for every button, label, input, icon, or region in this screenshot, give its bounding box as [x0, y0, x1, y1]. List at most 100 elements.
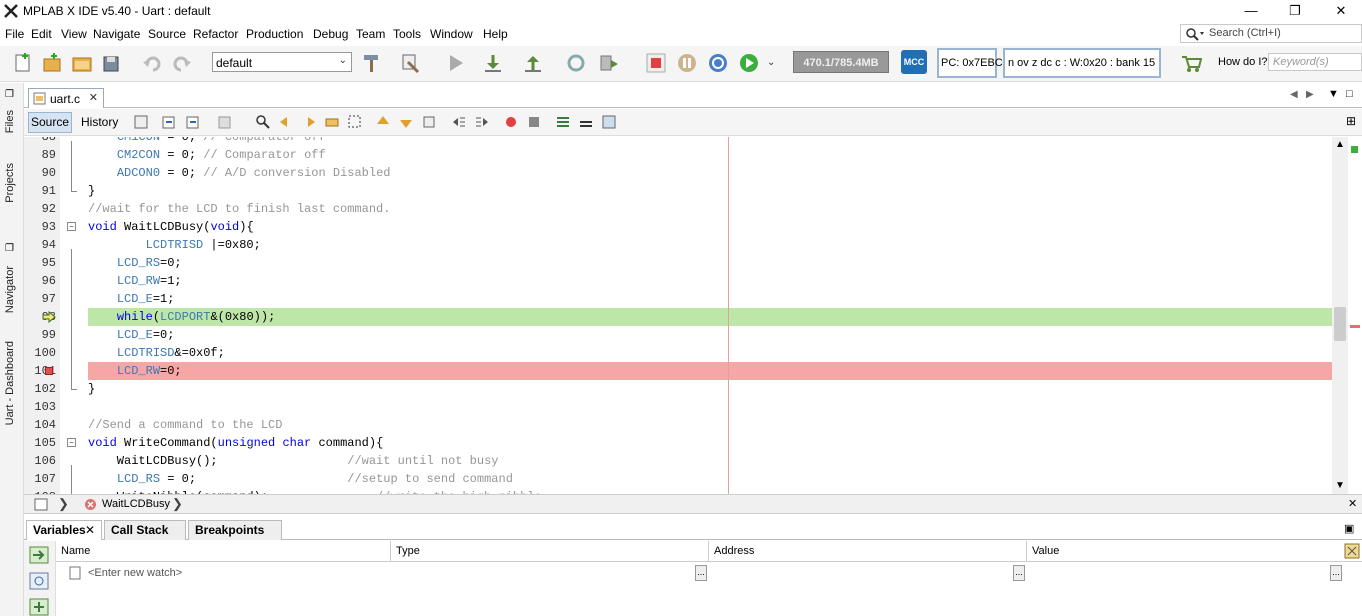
code-line[interactable]: }: [88, 182, 1332, 200]
split-editor-icon[interactable]: ⊞: [1346, 114, 1356, 128]
new-file-icon[interactable]: [12, 52, 34, 74]
run-icon[interactable]: [445, 52, 467, 74]
line-number[interactable]: 104: [24, 416, 56, 434]
column-address[interactable]: Address: [714, 545, 754, 557]
scroll-tabs-right-icon[interactable]: ▶: [1306, 89, 1314, 100]
code-line[interactable]: LCD_RW=1;: [88, 272, 1332, 290]
tab-variables[interactable]: Variables ✕: [26, 520, 102, 540]
new-watch-icon[interactable]: [29, 546, 49, 564]
code-area[interactable]: CM1CON = 0; // Comparator off CM2CON = 0…: [88, 137, 1332, 494]
code-line[interactable]: //Send a command to the LCD: [88, 416, 1332, 434]
close-navbar-icon[interactable]: ✕: [1348, 497, 1357, 510]
continue-icon[interactable]: [738, 52, 760, 74]
tab-files[interactable]: Files: [4, 110, 16, 133]
mcc-button[interactable]: MCC: [901, 50, 927, 74]
column-divider[interactable]: [708, 541, 709, 562]
toggle-view-icon[interactable]: [217, 114, 233, 130]
tab-breakpoints[interactable]: Breakpoints: [188, 520, 282, 540]
code-line[interactable]: void WriteCommand(unsigned char command)…: [88, 434, 1332, 452]
menu-source[interactable]: Source: [148, 27, 186, 41]
code-line[interactable]: //wait for the LCD to finish last comman…: [88, 200, 1332, 218]
search-input[interactable]: Search (Ctrl+I): [1180, 24, 1362, 43]
line-number[interactable]: 90: [24, 164, 56, 182]
fold-toggle-icon[interactable]: −: [67, 222, 76, 231]
redo-icon[interactable]: [171, 52, 193, 74]
restore-window-icon[interactable]: ❐: [5, 243, 14, 254]
menu-help[interactable]: Help: [483, 27, 508, 41]
new-watch-row[interactable]: <Enter new watch> ... ... ...: [56, 563, 1362, 583]
column-divider[interactable]: [390, 541, 391, 562]
tab-uart-dashboard[interactable]: Uart - Dashboard: [4, 341, 16, 425]
sync-icon[interactable]: [601, 114, 617, 130]
line-number[interactable]: 103: [24, 398, 56, 416]
make-program-icon[interactable]: [598, 52, 620, 74]
fold-toggle-icon[interactable]: −: [67, 438, 76, 447]
clean-build-icon[interactable]: [400, 52, 422, 74]
new-project-icon[interactable]: [41, 52, 63, 74]
forward-icon[interactable]: [185, 114, 201, 130]
line-number[interactable]: 105: [24, 434, 56, 452]
show-open-documents-icon[interactable]: ▼: [1328, 88, 1339, 100]
line-number[interactable]: 91: [24, 182, 56, 200]
menu-team[interactable]: Team: [356, 27, 385, 41]
menu-debug[interactable]: Debug: [313, 27, 348, 41]
undo-icon[interactable]: [141, 52, 163, 74]
finish-debug-icon[interactable]: [645, 52, 667, 74]
column-type[interactable]: Type: [396, 545, 420, 557]
code-line[interactable]: CM2CON = 0; // Comparator off: [88, 146, 1332, 164]
file-structure-icon[interactable]: [34, 498, 48, 511]
toggle-rectangular-selection-icon[interactable]: [347, 114, 363, 130]
menu-production[interactable]: Production: [246, 27, 303, 41]
fold-gutter[interactable]: − −: [60, 137, 84, 494]
address-ellipsis-button[interactable]: ...: [1013, 565, 1025, 581]
line-number[interactable]: 94: [24, 236, 56, 254]
scroll-tabs-left-icon[interactable]: ◀: [1290, 89, 1298, 100]
line-number[interactable]: 107: [24, 470, 56, 488]
breakpoint-marker[interactable]: [1350, 325, 1360, 328]
scrollbar-thumb[interactable]: [1334, 307, 1346, 341]
pause-icon[interactable]: [676, 52, 698, 74]
memory-indicator[interactable]: 470.1/785.4MB: [793, 51, 889, 73]
line-number[interactable]: 97: [24, 290, 56, 308]
line-number[interactable]: 102: [24, 380, 56, 398]
code-editor[interactable]: 8889909192939495969798991001011021031041…: [24, 137, 1362, 494]
tab-uart-c[interactable]: uart.c ✕: [28, 88, 104, 108]
line-number-gutter[interactable]: 8889909192939495969798991001011021031041…: [24, 137, 60, 494]
name-ellipsis-button[interactable]: ...: [695, 565, 707, 581]
menu-refactor[interactable]: Refactor: [193, 27, 238, 41]
shift-right-icon[interactable]: [474, 114, 490, 130]
code-line[interactable]: LCDTRISD&=0x0f;: [88, 344, 1332, 362]
maximize-window-icon[interactable]: □: [1346, 88, 1353, 100]
back-icon[interactable]: [161, 114, 177, 130]
uncomment-icon[interactable]: [578, 114, 594, 130]
close-button[interactable]: ✕: [1318, 0, 1362, 22]
program-device-icon[interactable]: [522, 52, 544, 74]
stop-macro-recording-icon[interactable]: [526, 114, 542, 130]
error-stripe[interactable]: [1348, 137, 1362, 494]
menu-window[interactable]: Window: [430, 27, 473, 41]
new-watch-placeholder[interactable]: <Enter new watch>: [88, 567, 182, 579]
code-line[interactable]: CM1CON = 0; // Comparator off: [88, 137, 1332, 146]
menu-tools[interactable]: Tools: [393, 27, 421, 41]
code-line[interactable]: WaitLCDBusy(); //wait until not busy: [88, 452, 1332, 470]
tab-call-stack[interactable]: Call Stack: [104, 520, 186, 540]
line-number[interactable]: 95: [24, 254, 56, 272]
line-number[interactable]: 93: [24, 218, 56, 236]
new-runtime-watch-icon[interactable]: [29, 572, 49, 590]
vertical-scrollbar[interactable]: ▲ ▼: [1332, 137, 1348, 494]
keyword-input[interactable]: Keyword(s): [1268, 53, 1362, 71]
line-number[interactable]: 89: [24, 146, 56, 164]
column-name[interactable]: Name: [61, 545, 90, 557]
menu-view[interactable]: View: [61, 27, 87, 41]
cart-icon[interactable]: [1180, 52, 1202, 74]
maximize-button[interactable]: ❐: [1272, 0, 1318, 22]
toggle-bookmark-icon[interactable]: [421, 114, 437, 130]
reset-icon[interactable]: [707, 52, 729, 74]
history-tab[interactable]: History: [81, 112, 118, 133]
configuration-select[interactable]: default ⌄: [212, 52, 352, 72]
line-number[interactable]: 92: [24, 200, 56, 218]
reload-icon[interactable]: [565, 52, 587, 74]
code-line[interactable]: while(LCDPORT&(0x80));: [88, 308, 1332, 326]
scroll-up-icon[interactable]: ▲: [1335, 139, 1345, 150]
line-number[interactable]: 100: [24, 344, 56, 362]
